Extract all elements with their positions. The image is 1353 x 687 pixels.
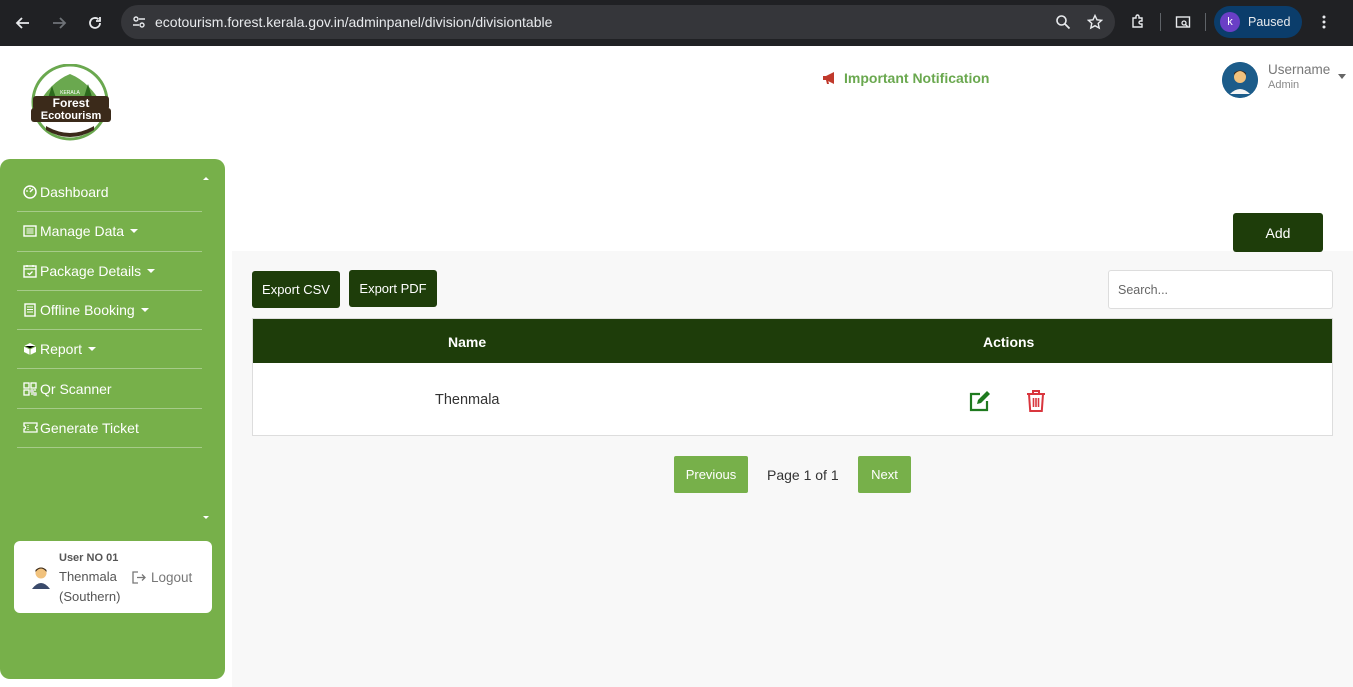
chevron-down-icon [130,229,139,234]
edit-icon[interactable] [968,389,992,413]
logo-ecotourism-text: Ecotourism [41,110,102,122]
user-location: Thenmala [59,569,117,584]
scroll-up-icon[interactable] [203,177,209,180]
sidebar-item-dashboard[interactable]: Dashboard [17,173,202,213]
sidebar-menu: Dashboard Manage Data Package Details Of… [17,173,202,449]
notification-label: Important Notification [844,70,990,86]
logo-forest-text: Forest [53,96,90,110]
add-button[interactable]: Add [1233,213,1323,252]
scroll-down-icon[interactable] [203,516,209,519]
box-icon [22,341,38,357]
address-bar[interactable]: ecotourism.forest.kerala.gov.in/adminpan… [121,5,1115,39]
ticket-icon [22,420,38,436]
logout-label: Logout [151,570,193,585]
sidebar-item-label: Offline Booking [40,302,135,319]
search-input[interactable] [1108,270,1333,309]
forest-ecotourism-logo[interactable]: KERALA Forest Ecotourism [30,63,112,142]
profile-button[interactable]: k Paused [1214,6,1303,38]
user-avatar [30,565,52,589]
user-role-label: Admin [1268,79,1300,91]
list-icon [22,223,38,239]
chevron-down-icon [88,347,97,352]
important-notification-link[interactable]: Important Notification [822,70,989,86]
chevron-down-icon[interactable] [1338,74,1347,79]
next-page-button[interactable]: Next [858,456,911,493]
more-menu-icon[interactable] [1310,8,1338,36]
toolbar-divider [1160,13,1161,31]
user-region: (Southern) [59,589,121,604]
url-text[interactable]: ecotourism.forest.kerala.gov.in/adminpan… [155,14,552,30]
document-icon [22,302,38,318]
sidebar-item-generate-ticket[interactable]: Generate Ticket [17,409,202,449]
dashboard-icon [22,184,38,200]
tab-search-icon[interactable] [1169,8,1197,36]
zoom-icon[interactable] [1049,8,1077,36]
user-card: User NO 01 Thenmala (Southern) Logout [14,541,212,613]
column-header-name: Name [448,334,487,350]
toolbar-divider [1205,13,1206,31]
qr-icon [22,381,38,397]
site-settings-icon[interactable] [131,14,147,30]
sidebar-item-label: Package Details [40,262,142,279]
sidebar-item-manage-data[interactable]: Manage Data [17,212,202,252]
sidebar-item-label: Qr Scanner [40,380,112,397]
logout-button[interactable]: Logout [132,570,192,585]
sidebar-item-label: Report [40,341,83,358]
forward-icon[interactable] [41,5,77,41]
bookmark-star-icon[interactable] [1081,8,1109,36]
user-avatar [1222,62,1258,98]
profile-avatar: k [1220,12,1240,32]
cell-name: Thenmala [435,392,500,408]
sidebar-item-package-details[interactable]: Package Details [17,252,202,291]
sidebar-item-label: Dashboard [40,184,109,201]
sidebar-item-label: Generate Ticket [40,419,139,436]
division-table: Name Actions Thenmala [252,318,1333,436]
table-header: Name Actions [253,319,1332,363]
sidebar-item-label: Manage Data [40,223,125,240]
chevron-down-icon [140,308,149,313]
megaphone-icon [822,71,838,85]
column-header-actions: Actions [983,334,1035,350]
user-menu[interactable]: Username Admin [1222,62,1347,98]
delete-icon[interactable] [1025,389,1047,413]
extensions-icon[interactable] [1124,8,1152,36]
browser-toolbar: ecotourism.forest.kerala.gov.in/adminpan… [0,0,1353,46]
chevron-down-icon [147,268,156,273]
sidebar: Dashboard Manage Data Package Details Of… [0,159,225,679]
sidebar-item-offline-booking[interactable]: Offline Booking [17,291,202,331]
username-label: Username [1268,62,1331,77]
sidebar-item-qr-scanner[interactable]: Qr Scanner [17,369,202,409]
user-number: User NO 01 [59,552,119,564]
table-row: Thenmala [253,363,1332,435]
page: KERALA Forest Ecotourism Important Notif… [0,46,1353,687]
export-csv-button[interactable]: Export CSV [252,271,340,308]
calendar-check-icon [22,263,38,279]
profile-status: Paused [1248,15,1291,29]
back-icon[interactable] [5,5,41,41]
page-info: Page 1 of 1 [767,467,839,483]
logout-icon [132,571,147,584]
export-pdf-button[interactable]: Export PDF [349,270,437,307]
previous-page-button[interactable]: Previous [674,456,748,493]
reload-icon[interactable] [77,5,113,41]
sidebar-item-report[interactable]: Report [17,330,202,370]
